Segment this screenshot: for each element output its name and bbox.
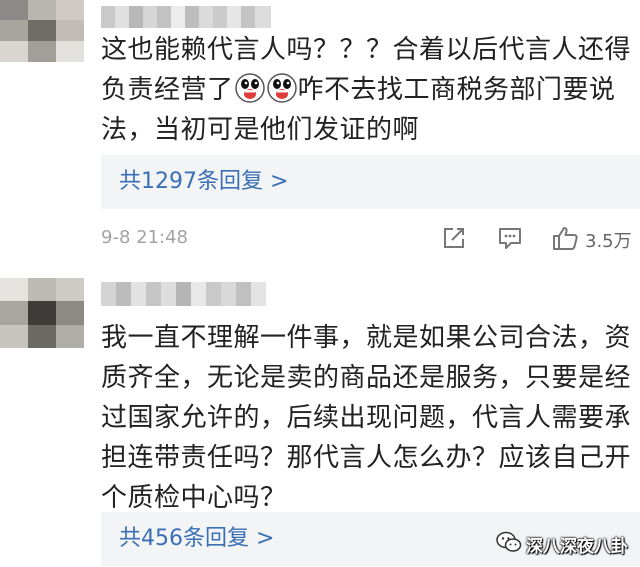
- watermark-text: 深八深夜八卦: [526, 536, 628, 557]
- wechat-icon: [496, 531, 522, 557]
- like-icon[interactable]: [551, 225, 579, 255]
- avatar[interactable]: [0, 0, 84, 62]
- username-blurred[interactable]: [101, 282, 266, 306]
- share-icon[interactable]: [441, 225, 467, 255]
- like-count: 3.5万: [585, 231, 632, 252]
- comment-text: 这也能赖代言人吗？？？合着以后代言人还得负责经营了 咋不去找工商税务部门要说法，…: [101, 30, 631, 150]
- avatar[interactable]: [0, 278, 84, 348]
- comment-meta: 9-8 21:48 3.5万: [101, 225, 640, 255]
- reply-box[interactable]: 共1297条回复 >: [101, 155, 640, 209]
- comment-text: 我一直不理解一件事，就是如果公司合法，资质齐全，无论是卖的商品还是服务，只要是经…: [101, 323, 632, 513]
- username-blurred[interactable]: [101, 6, 271, 28]
- watermark: 深八深夜八卦: [496, 531, 628, 557]
- grimace-emoji-icon: [266, 73, 297, 103]
- view-replies-link[interactable]: 共456条回复 >: [119, 522, 274, 556]
- view-replies-link[interactable]: 共1297条回复 >: [119, 165, 288, 199]
- timestamp: 9-8 21:48: [101, 227, 188, 248]
- reply-icon[interactable]: [497, 225, 523, 255]
- grimace-emoji-icon: [234, 73, 265, 103]
